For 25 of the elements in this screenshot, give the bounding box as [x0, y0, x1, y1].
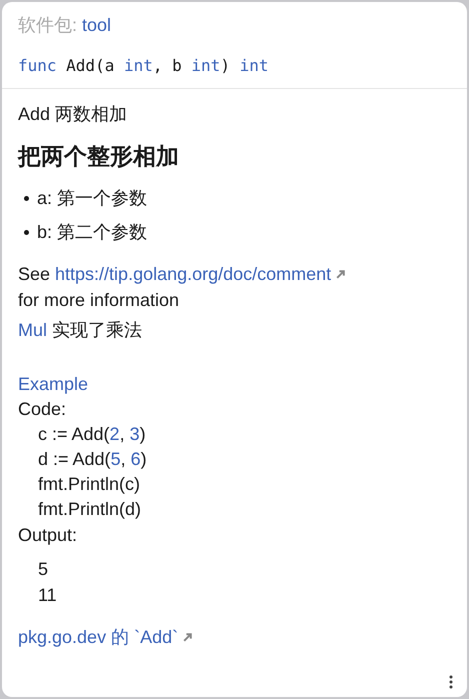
code-line: d := Add(5, 6)	[38, 448, 148, 471]
package-name[interactable]: tool	[82, 12, 112, 38]
parameter-description: b: 第二个参数	[37, 221, 148, 244]
code-line: fmt.Println(c)	[38, 473, 142, 496]
pkg-doc-link[interactable]: pkg.go.dev 的 `Add`	[18, 624, 178, 650]
doc-link[interactable]: https://tip.golang.org/doc/comment	[55, 261, 332, 287]
parameter-description: a: 第一个参数	[37, 187, 148, 210]
mul-link[interactable]: Mul	[18, 317, 48, 343]
summary-text: Add 两数相加	[18, 103, 128, 126]
section-heading: 把两个整形相加	[18, 142, 180, 172]
external-link-icon	[182, 632, 194, 642]
info-text: for more information	[18, 289, 180, 312]
see-text: See	[18, 263, 50, 286]
package-label: 软件包:	[18, 14, 78, 37]
output-line: 11	[38, 584, 58, 607]
code-line: c := Add(2, 3)	[38, 423, 147, 446]
more-options-icon[interactable]	[449, 675, 453, 689]
code-line: fmt.Println(d)	[38, 498, 142, 521]
code-label: Code:	[18, 398, 68, 421]
example-title: Example	[18, 373, 90, 396]
external-link-icon	[335, 268, 346, 280]
output-line: 5	[38, 558, 50, 581]
output-label: Output:	[18, 524, 78, 547]
function-signature: func Add(a int, b int) int	[18, 55, 270, 77]
mul-description: 实现了乘法	[52, 319, 142, 342]
